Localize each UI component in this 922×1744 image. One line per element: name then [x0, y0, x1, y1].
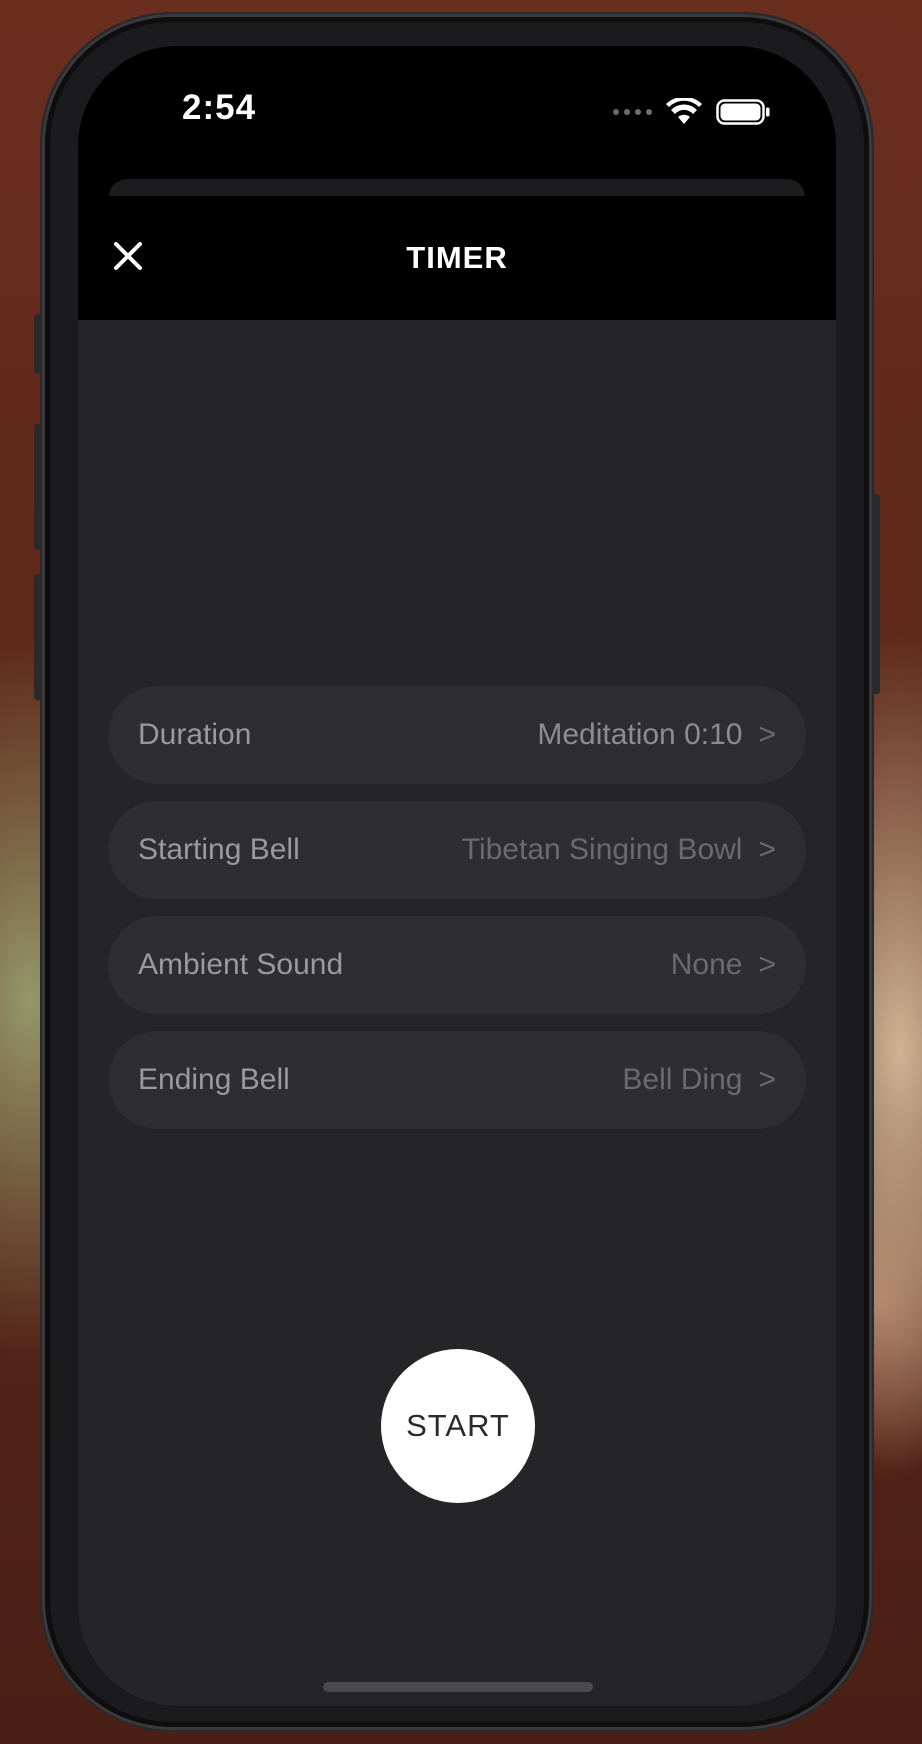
starting-bell-value: Tibetan Singing Bowl [461, 833, 743, 866]
ambient-sound-row[interactable]: Ambient Sound None > [108, 916, 806, 1014]
starting-bell-value-group: Tibetan Singing Bowl > [462, 833, 776, 867]
chevron-right-icon: > [758, 1063, 776, 1096]
settings-list: Duration Meditation 0:10 > Starting Bell… [108, 686, 806, 1146]
status-bar: 2:54 [78, 46, 836, 166]
phone-frame: 2:54 TIMER Duration Meditation 0:10 > St… [34, 14, 880, 1730]
volume-up-button [34, 424, 42, 550]
status-time: 2:54 [182, 88, 257, 127]
ending-bell-value-group: Bell Ding > [622, 1063, 776, 1097]
timer-content: Duration Meditation 0:10 > Starting Bell… [78, 320, 836, 1706]
duration-value: Meditation 0:10 [537, 718, 743, 751]
volume-down-button [34, 574, 42, 700]
close-icon [114, 242, 142, 270]
chevron-right-icon: > [758, 948, 776, 981]
duration-label: Duration [138, 718, 252, 751]
phone-screen: 2:54 TIMER Duration Meditation 0:10 > St… [78, 46, 836, 1706]
home-indicator[interactable] [323, 1682, 593, 1692]
wifi-icon [666, 98, 702, 124]
navigation-bar: TIMER [78, 196, 836, 320]
ambient-sound-value: None [670, 948, 743, 981]
duration-row[interactable]: Duration Meditation 0:10 > [108, 686, 806, 784]
starting-bell-row[interactable]: Starting Bell Tibetan Singing Bowl > [108, 801, 806, 899]
mute-switch [34, 314, 42, 374]
chevron-right-icon: > [758, 718, 776, 751]
starting-bell-label: Starting Bell [138, 833, 300, 866]
chevron-right-icon: > [758, 833, 776, 866]
battery-icon [716, 99, 770, 125]
close-button[interactable] [106, 234, 150, 278]
page-title: TIMER [406, 240, 508, 275]
status-icons [613, 98, 770, 126]
ending-bell-row[interactable]: Ending Bell Bell Ding > [108, 1031, 806, 1129]
ambient-sound-value-group: None > [671, 948, 776, 982]
duration-value-group: Meditation 0:10 > [537, 718, 776, 752]
cellular-signal-icon [613, 109, 652, 115]
start-button[interactable]: START [381, 1349, 535, 1503]
power-button [872, 494, 880, 694]
ending-bell-label: Ending Bell [138, 1063, 290, 1096]
ending-bell-value: Bell Ding [622, 1063, 743, 1096]
ambient-sound-label: Ambient Sound [138, 948, 344, 981]
